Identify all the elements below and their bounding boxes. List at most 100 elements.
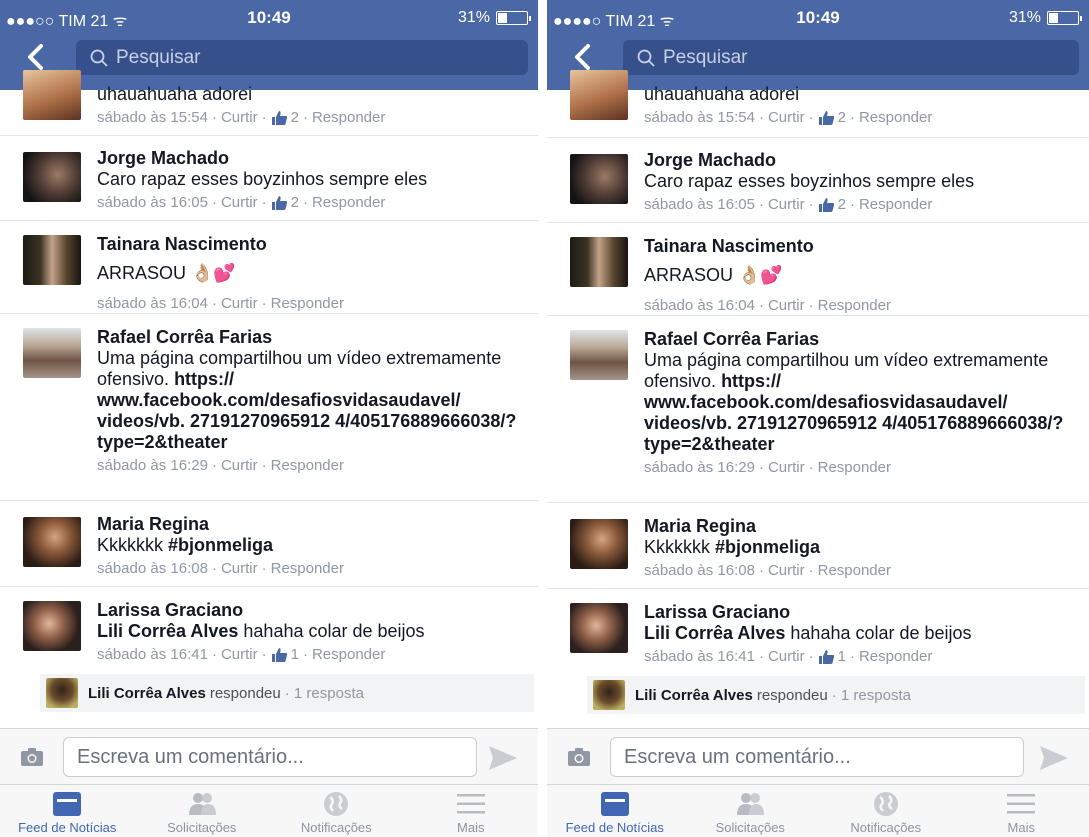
send-icon[interactable] — [488, 744, 518, 772]
comment-text: Lili Corrêa Alves hahaha colar de beijos — [97, 621, 534, 642]
tab-feed[interactable]: Feed de Notícias — [0, 785, 135, 837]
like-button[interactable]: Curtir — [768, 458, 805, 478]
mention-link[interactable]: Lili Corrêa Alves — [97, 621, 238, 641]
tab-feed[interactable]: Feed de Notícias — [547, 785, 683, 837]
tab-bar: Feed de Notícias Solicitações Notificaçõ… — [0, 784, 538, 837]
avatar[interactable] — [570, 154, 628, 204]
comment: Maria Regina Kkkkkkk #bjonmeliga sábado … — [0, 501, 538, 587]
comment: Larissa Graciano Lili Corrêa Alves hahah… — [0, 587, 538, 728]
commenter-name[interactable]: Larissa Graciano — [644, 602, 1085, 623]
back-arrow-icon[interactable] — [569, 42, 599, 72]
like-button[interactable]: Curtir — [768, 561, 805, 581]
comment-meta: sábado às 16:41 · Curtir · 1 · Responder — [97, 645, 386, 665]
search-bar[interactable]: Pesquisar — [76, 40, 528, 75]
like-button[interactable]: Curtir — [221, 294, 258, 314]
avatar[interactable] — [23, 601, 81, 651]
comment-time: sábado às 16:41 — [644, 648, 755, 665]
comment: Tainara Nascimento ARRASOU 👌🏼💕 sábado às… — [0, 221, 538, 314]
reply-button[interactable]: Responder — [859, 195, 932, 215]
reply-button[interactable]: Responder — [312, 108, 385, 128]
tab-notifications[interactable]: Notificações — [818, 785, 954, 837]
avatar[interactable] — [23, 235, 81, 285]
comment: Jorge Machado Caro rapaz esses boyzinhos… — [547, 138, 1089, 223]
camera-icon[interactable] — [20, 747, 44, 767]
send-icon[interactable] — [1039, 744, 1069, 772]
avatar[interactable] — [570, 237, 628, 287]
like-button[interactable]: Curtir — [221, 559, 258, 579]
like-button[interactable]: Curtir — [768, 108, 805, 128]
avatar[interactable] — [570, 330, 628, 380]
commenter-name[interactable]: Rafael Corrêa Farias — [644, 329, 1085, 350]
comment-time: sábado às 16:41 — [97, 646, 208, 663]
reply-button[interactable]: Responder — [818, 296, 891, 316]
reply-button[interactable]: Responder — [818, 458, 891, 478]
camera-icon[interactable] — [567, 747, 591, 767]
like-button[interactable]: Curtir — [768, 647, 805, 667]
commenter-name[interactable]: Rafael Corrêa Farias — [97, 327, 534, 348]
comment-time: sábado às 15:54 — [644, 109, 755, 126]
hashtag-link[interactable]: #bjonmeliga — [715, 537, 820, 557]
comment-time: sábado às 16:29 — [644, 459, 755, 476]
tab-notifications[interactable]: Notificações — [269, 785, 404, 837]
reply-button[interactable]: Responder — [859, 108, 932, 128]
commenter-name[interactable]: Jorge Machado — [644, 150, 1085, 171]
search-bar[interactable]: Pesquisar — [623, 40, 1079, 75]
comment: Jorge Machado Caro rapaz esses boyzinhos… — [0, 136, 538, 221]
avatar[interactable] — [23, 517, 81, 567]
replies-summary[interactable]: Lili Corrêa Alves respondeu · 1 resposta — [40, 674, 534, 712]
avatar[interactable] — [23, 70, 81, 120]
tab-more[interactable]: Mais — [404, 785, 539, 837]
reply-button[interactable]: Responder — [312, 645, 385, 665]
comment-text: Caro rapaz esses boyzinhos sempre eles — [97, 169, 428, 189]
avatar[interactable] — [570, 603, 628, 653]
replies-summary[interactable]: Lili Corrêa Alves respondeu · 1 resposta — [587, 676, 1085, 714]
commenter-name[interactable]: Maria Regina — [97, 514, 534, 535]
reply-button[interactable]: Responder — [271, 456, 344, 476]
like-count: 2 — [290, 109, 299, 126]
comment-list: uhauahuaha adorei sábado às 15:54 · Curti… — [547, 70, 1089, 730]
battery-percent: 31% — [1008, 9, 1041, 26]
comment-input[interactable]: Escreva um comentário... — [63, 737, 477, 777]
mention-link[interactable]: Lili Corrêa Alves — [644, 623, 785, 643]
like-button[interactable]: Curtir — [221, 108, 258, 128]
reply-button[interactable]: Responder — [271, 294, 344, 314]
comment-input[interactable]: Escreva um comentário... — [610, 737, 1024, 777]
tab-requests[interactable]: Solicitações — [135, 785, 270, 837]
like-button[interactable]: Curtir — [221, 193, 258, 213]
battery-icon — [496, 11, 531, 25]
commenter-name[interactable]: Larissa Graciano — [97, 600, 534, 621]
like-count: 1 — [837, 648, 846, 665]
comment-time: sábado às 16:05 — [97, 194, 208, 211]
hashtag-link[interactable]: #bjonmeliga — [168, 535, 273, 555]
tab-more[interactable]: Mais — [954, 785, 1089, 837]
like-button[interactable]: Curtir — [221, 456, 258, 476]
tab-requests[interactable]: Solicitações — [683, 785, 819, 837]
avatar[interactable] — [23, 328, 81, 378]
comment-meta: sábado às 16:29 · Curtir · Responder — [97, 456, 344, 476]
commenter-name[interactable]: Tainara Nascimento — [644, 236, 1085, 257]
comment: Rafael Corrêa Farias Uma página comparti… — [0, 314, 538, 501]
back-arrow-icon[interactable] — [22, 42, 52, 72]
avatar[interactable] — [570, 70, 628, 120]
like-button[interactable]: Curtir — [768, 296, 805, 316]
reply-button[interactable]: Responder — [859, 647, 932, 667]
avatar[interactable] — [570, 519, 628, 569]
reply-button[interactable]: Responder — [271, 559, 344, 579]
navigation-bar: ●●●●○ TIM 21 ᯤ 10:49 31% Pesquisar — [547, 0, 1089, 90]
comment-text: Kkkkkkk #bjonmeliga — [644, 537, 1085, 558]
comment-meta: sábado às 16:29 · Curtir · Responder — [644, 458, 891, 478]
search-icon — [90, 49, 108, 67]
comment-text: Uma página compartilhou um vídeo extrema… — [97, 348, 534, 453]
reply-button[interactable]: Responder — [818, 561, 891, 581]
like-button[interactable]: Curtir — [768, 195, 805, 215]
reply-button[interactable]: Responder — [312, 193, 385, 213]
commenter-name[interactable]: Jorge Machado — [97, 148, 534, 169]
comment-text: Caro rapaz esses boyzinhos sempre eles — [644, 171, 975, 191]
commenter-name[interactable]: Tainara Nascimento — [97, 234, 534, 255]
commenter-name[interactable]: Maria Regina — [644, 516, 1085, 537]
comment-text-plain: hahaha colar de beijos — [790, 623, 972, 643]
avatar[interactable] — [23, 152, 81, 202]
comment-time: sábado às 16:05 — [644, 196, 755, 213]
like-button[interactable]: Curtir — [221, 645, 258, 665]
thumbs-up-icon — [271, 648, 287, 662]
